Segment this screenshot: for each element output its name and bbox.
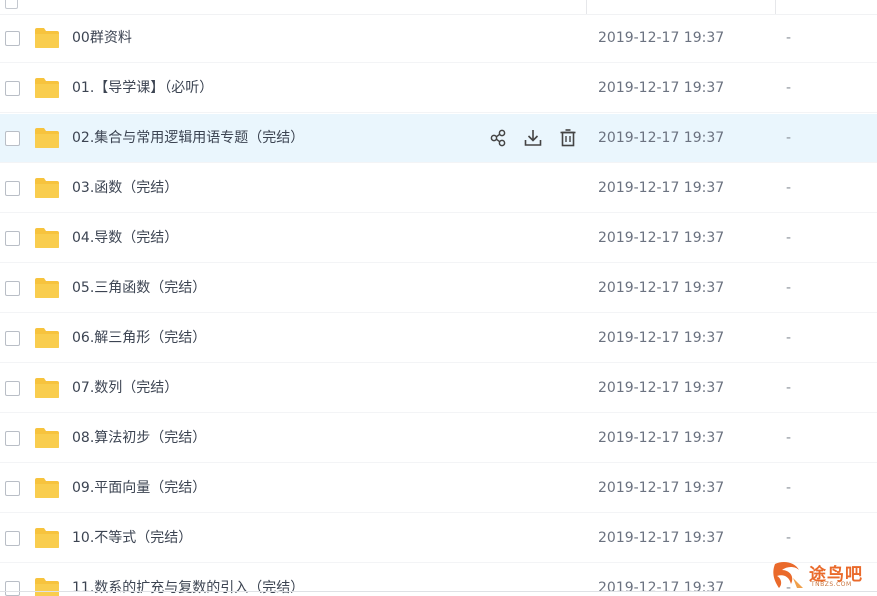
file-name-link[interactable]: 08.算法初步（完结） (72, 429, 206, 447)
file-name-link[interactable]: 04.导数（完结） (72, 229, 178, 247)
file-size: - (786, 80, 792, 96)
file-size: - (786, 280, 792, 296)
file-name-link[interactable]: 06.解三角形（完结） (72, 329, 206, 347)
watermark-subtext: TNBZS.COM (811, 581, 852, 588)
column-divider (586, 0, 587, 14)
file-name-link[interactable]: 02.集合与常用逻辑用语专题（完结） (72, 129, 304, 147)
folder-icon (34, 77, 60, 99)
row-checkbox[interactable] (5, 331, 20, 346)
file-name-link[interactable]: 07.数列（完结） (72, 379, 178, 397)
file-size: - (786, 30, 792, 46)
file-name-link[interactable]: 10.不等式（完结） (72, 529, 192, 547)
list-header (0, 0, 877, 15)
file-row[interactable]: 06.解三角形（完结） 2019-12-17 19:37 - (0, 314, 877, 363)
row-checkbox[interactable] (5, 81, 20, 96)
file-name-link[interactable]: 11.数系的扩充与复数的引入（完结） (72, 579, 304, 596)
share-button[interactable] (486, 126, 510, 150)
row-checkbox[interactable] (5, 431, 20, 446)
row-checkbox[interactable] (5, 181, 20, 196)
file-row[interactable]: 00群资料 2019-12-17 19:37 - (0, 14, 877, 63)
modified-date: 2019-12-17 19:37 (598, 130, 725, 146)
delete-button[interactable] (556, 126, 580, 150)
folder-icon (34, 427, 60, 449)
download-icon (524, 130, 542, 146)
file-row[interactable]: 07.数列（完结） 2019-12-17 19:37 - (0, 364, 877, 413)
file-name-link[interactable]: 00群资料 (72, 29, 132, 47)
divider (0, 591, 877, 592)
row-checkbox[interactable] (5, 281, 20, 296)
folder-icon (34, 377, 60, 399)
file-name-link[interactable]: 03.函数（完结） (72, 179, 178, 197)
file-size: - (786, 330, 792, 346)
file-row[interactable]: 03.函数（完结） 2019-12-17 19:37 - (0, 164, 877, 213)
row-checkbox[interactable] (5, 581, 20, 596)
row-checkbox[interactable] (5, 131, 20, 146)
modified-date: 2019-12-17 19:37 (598, 330, 725, 346)
folder-icon (34, 577, 60, 596)
folder-icon (34, 477, 60, 499)
file-row[interactable]: 05.三角函数（完结） 2019-12-17 19:37 - (0, 264, 877, 313)
file-list: 00群资料 2019-12-17 19:37 - 01.【导学课】（必听） 2019-1… (0, 0, 877, 596)
modified-date: 2019-12-17 19:37 (598, 280, 725, 296)
folder-icon (34, 127, 60, 149)
file-row[interactable]: 08.算法初步（完结） 2019-12-17 19:37 - (0, 414, 877, 463)
file-row[interactable]: 01.【导学课】（必听） 2019-12-17 19:37 - (0, 64, 877, 113)
file-row[interactable]: 04.导数（完结） 2019-12-17 19:37 - (0, 214, 877, 263)
modified-date: 2019-12-17 19:37 (598, 30, 725, 46)
file-size: - (786, 230, 792, 246)
folder-icon (34, 327, 60, 349)
row-checkbox[interactable] (5, 381, 20, 396)
file-size: - (786, 130, 792, 146)
folder-icon (34, 527, 60, 549)
modified-date: 2019-12-17 19:37 (598, 180, 725, 196)
file-row[interactable]: 02.集合与常用逻辑用语专题（完结） 2019-12-17 19:37 - (0, 114, 877, 163)
folder-icon (34, 27, 60, 49)
folder-icon (34, 227, 60, 249)
select-all-checkbox[interactable] (5, 0, 18, 9)
row-checkbox[interactable] (5, 31, 20, 46)
row-checkbox[interactable] (5, 481, 20, 496)
file-size: - (786, 180, 792, 196)
trash-icon (560, 129, 576, 147)
modified-date: 2019-12-17 19:37 (598, 380, 725, 396)
file-name-link[interactable]: 05.三角函数（完结） (72, 279, 206, 297)
file-size: - (786, 480, 792, 496)
modified-date: 2019-12-17 19:37 (598, 480, 725, 496)
share-icon (490, 129, 506, 147)
modified-date: 2019-12-17 19:37 (598, 80, 725, 96)
file-size: - (786, 430, 792, 446)
modified-date: 2019-12-17 19:37 (598, 430, 725, 446)
row-checkbox[interactable] (5, 231, 20, 246)
modified-date: 2019-12-17 19:37 (598, 580, 725, 596)
file-row[interactable]: 10.不等式（完结） 2019-12-17 19:37 - (0, 514, 877, 563)
file-row[interactable]: 09.平面向量（完结） 2019-12-17 19:37 - (0, 464, 877, 513)
file-name-link[interactable]: 01.【导学课】（必听） (72, 79, 213, 97)
download-button[interactable] (521, 126, 545, 150)
modified-date: 2019-12-17 19:37 (598, 530, 725, 546)
file-name-link[interactable]: 09.平面向量（完结） (72, 479, 206, 497)
column-divider (775, 0, 776, 14)
modified-date: 2019-12-17 19:37 (598, 230, 725, 246)
file-size: - (786, 530, 792, 546)
folder-icon (34, 277, 60, 299)
watermark-logo: 途鸟吧 TNBZS.COM (769, 558, 869, 592)
watermark-icon (773, 562, 803, 588)
folder-icon (34, 177, 60, 199)
file-size: - (786, 380, 792, 396)
row-checkbox[interactable] (5, 531, 20, 546)
